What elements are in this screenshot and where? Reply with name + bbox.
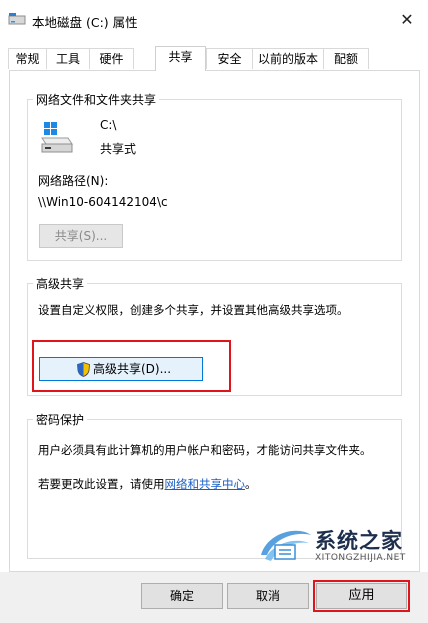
advanced-sharing-title: 高级共享 — [33, 275, 88, 292]
title-bar: 本地磁盘 (C:) 属性 ✕ — [0, 0, 428, 38]
drive-name: C:\ — [100, 118, 117, 132]
dialog-footer: 确定 取消 应用 — [0, 572, 428, 623]
tab-strip: 常规 工具 硬件 共享 安全 以前的版本 配额 — [8, 46, 420, 71]
advanced-sharing-button-label: 高级共享(D)... — [93, 362, 172, 376]
tab-quota[interactable]: 配额 — [323, 48, 369, 69]
window-title: 本地磁盘 (C:) 属性 — [32, 15, 138, 30]
tab-hardware[interactable]: 硬件 — [89, 48, 134, 69]
password-protection-title: 密码保护 — [33, 411, 88, 428]
tab-sharing[interactable]: 共享 — [155, 46, 206, 71]
network-sharing-center-link[interactable]: 网络和共享中心 — [165, 477, 246, 491]
watermark: 系统之家 XITONGZHIJIA.NET — [257, 523, 417, 569]
sharing-panel: 网络文件和文件夹共享 C:\ 共享式 网络路径(N): \\Win10-6041… — [9, 70, 420, 572]
network-share-title: 网络文件和文件夹共享 — [33, 91, 160, 108]
cancel-button[interactable]: 取消 — [227, 583, 309, 609]
drive-icon — [41, 122, 73, 153]
network-path-label: 网络路径(N): — [38, 174, 109, 188]
share-button[interactable]: 共享(S)... — [39, 224, 123, 248]
apply-highlight-box — [313, 580, 410, 612]
tab-tools[interactable]: 工具 — [46, 48, 90, 69]
advanced-sharing-button[interactable]: 高级共享(D)... — [39, 357, 203, 381]
network-path-value: \\Win10-604142104\c — [38, 195, 168, 209]
share-state: 共享式 — [100, 142, 137, 156]
password-info-text: 用户必须具有此计算机的用户帐户和密码，才能访问共享文件夹。 — [38, 443, 372, 457]
close-icon: ✕ — [400, 10, 414, 29]
network-share-group: 网络文件和文件夹共享 C:\ 共享式 网络路径(N): \\Win10-6041… — [27, 91, 402, 261]
drive-icon — [8, 13, 26, 25]
watermark-logo-icon — [261, 530, 311, 561]
password-change-prefix: 若要更改此设置，请使用 — [38, 477, 165, 491]
tab-previous-versions[interactable]: 以前的版本 — [252, 48, 324, 69]
password-change-text: 若要更改此设置，请使用网络和共享中心。 — [38, 476, 257, 492]
watermark-title: 系统之家 — [315, 528, 403, 553]
password-change-suffix: 。 — [245, 477, 257, 491]
tab-security[interactable]: 安全 — [206, 48, 253, 69]
watermark-subtitle: XITONGZHIJIA.NET — [315, 553, 406, 563]
close-button[interactable]: ✕ — [396, 10, 418, 30]
advanced-sharing-description: 设置自定义权限，创建多个共享，并设置其他高级共享选项。 — [38, 303, 349, 317]
ok-button[interactable]: 确定 — [141, 583, 223, 609]
tab-general[interactable]: 常规 — [8, 48, 47, 69]
shield-icon — [77, 362, 90, 377]
